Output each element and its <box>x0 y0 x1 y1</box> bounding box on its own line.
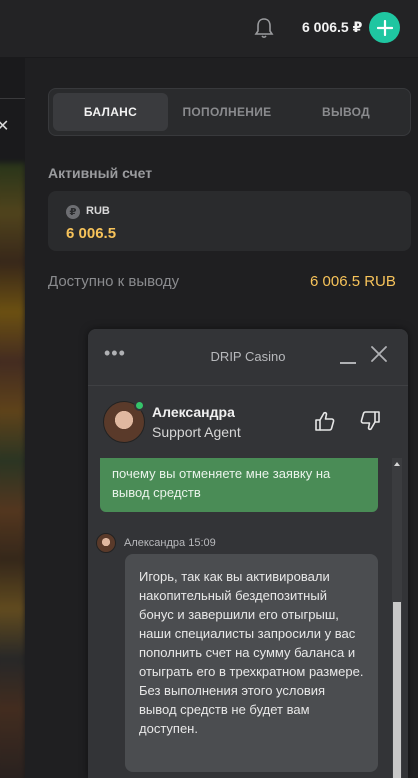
agent-name: Александра <box>152 404 235 420</box>
chat-messages[interactable]: почему вы отменяете мне заявку на вывод … <box>88 458 408 778</box>
minimize-icon[interactable] <box>340 362 356 364</box>
active-account-card[interactable]: ₽ RUB 6 006.5 <box>48 191 411 251</box>
agent-message: Игорь, так как вы активировали накопител… <box>125 554 378 772</box>
chat-header: ••• DRIP Casino <box>88 329 408 385</box>
avatar <box>96 533 116 553</box>
tab-withdraw[interactable]: ВЫВОД <box>286 93 406 131</box>
divider <box>0 98 25 99</box>
plus-icon <box>376 19 393 36</box>
header-balance[interactable]: 6 006.5 ₽ <box>302 19 362 36</box>
withdrawable-label: Доступно к выводу <box>48 273 180 290</box>
chat-title: DRIP Casino <box>210 349 286 364</box>
message-sender-time: Александра 15:09 <box>124 537 216 549</box>
ruble-icon: ₽ <box>66 205 80 219</box>
deposit-button[interactable] <box>369 12 400 43</box>
scrollbar-thumb[interactable] <box>393 602 401 778</box>
user-message: почему вы отменяете мне заявку на вывод … <box>100 458 378 512</box>
top-bar: 6 006.5 ₽ <box>0 0 418 58</box>
active-account-title: Активный счет <box>48 165 153 181</box>
support-chat-widget: ••• DRIP Casino Александра Support Agent… <box>88 329 408 778</box>
account-amount: 6 006.5 <box>66 225 117 242</box>
wallet-tabs: БАЛАНС ПОПОЛНЕНИЕ ВЫВОД <box>48 88 411 136</box>
thumbs-down-icon[interactable] <box>359 410 381 432</box>
background-page-strip: ✕ <box>0 58 25 778</box>
close-icon[interactable] <box>370 345 388 363</box>
agent-info-bar: Александра Support Agent <box>88 385 408 458</box>
tab-balance[interactable]: БАЛАНС <box>53 93 168 131</box>
thumbs-up-icon[interactable] <box>314 410 336 432</box>
blurred-background <box>0 163 25 778</box>
account-currency: RUB <box>86 205 110 217</box>
agent-role: Support Agent <box>152 424 241 440</box>
scroll-up-arrow-icon[interactable] <box>394 462 400 466</box>
withdrawable-value: 6 006.5 RUB <box>310 273 396 290</box>
app-root: 6 006.5 ₽ ✕ БАЛАНС ПОПОЛНЕНИЕ ВЫВОД Акти… <box>0 0 418 778</box>
bell-icon[interactable] <box>254 17 274 39</box>
close-icon[interactable]: ✕ <box>0 116 9 136</box>
message-meta: Александра 15:09 <box>96 533 216 553</box>
online-status-dot <box>134 400 145 411</box>
tab-deposit[interactable]: ПОПОЛНЕНИЕ <box>168 93 286 131</box>
